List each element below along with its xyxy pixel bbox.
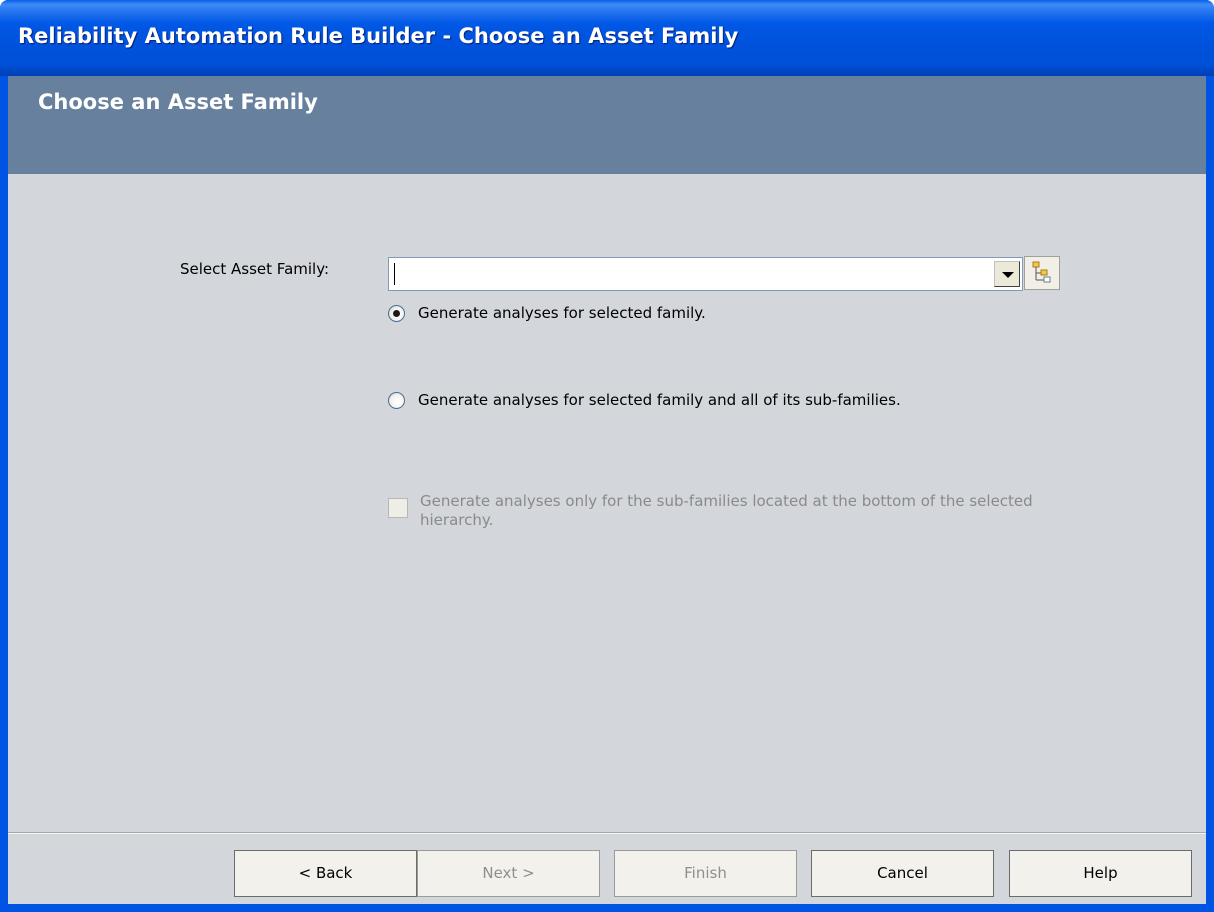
radio-selected-family[interactable] (388, 305, 405, 322)
wizard-header: Choose an Asset Family (8, 76, 1206, 174)
dropdown-arrow-icon[interactable] (994, 261, 1020, 287)
footer-separator (8, 832, 1206, 834)
bottom-only-checkbox-label: Generate analyses only for the sub-famil… (420, 492, 1033, 529)
wizard-window: Reliability Automation Rule Builder - Ch… (0, 0, 1214, 912)
help-button[interactable]: Help (1009, 850, 1192, 897)
window-title: Reliability Automation Rule Builder - Ch… (18, 24, 739, 48)
asset-family-combobox[interactable] (388, 257, 1023, 291)
radio-selected-family-label[interactable]: Generate analyses for selected family. (418, 304, 706, 322)
next-button[interactable]: Next > (417, 850, 600, 897)
text-caret (394, 263, 395, 285)
radio-family-and-subfamilies[interactable] (388, 392, 405, 409)
page-title: Choose an Asset Family (38, 90, 318, 114)
wizard-body: Choose an Asset Family Select Asset Fami… (8, 76, 1206, 904)
radio-family-and-subfamilies-label[interactable]: Generate analyses for selected family an… (418, 391, 901, 409)
bottom-only-checkbox[interactable] (388, 498, 408, 518)
asset-family-input[interactable] (391, 260, 981, 288)
asset-family-label: Select Asset Family: (180, 260, 330, 278)
hierarchy-browse-icon (1032, 261, 1051, 283)
back-button[interactable]: < Back (234, 850, 417, 897)
cancel-button[interactable]: Cancel (811, 850, 994, 897)
finish-button[interactable]: Finish (614, 850, 797, 897)
radio-selected-dot (393, 310, 400, 317)
title-bar[interactable]: Reliability Automation Rule Builder - Ch… (0, 0, 1214, 76)
browse-hierarchy-button[interactable] (1024, 256, 1060, 290)
